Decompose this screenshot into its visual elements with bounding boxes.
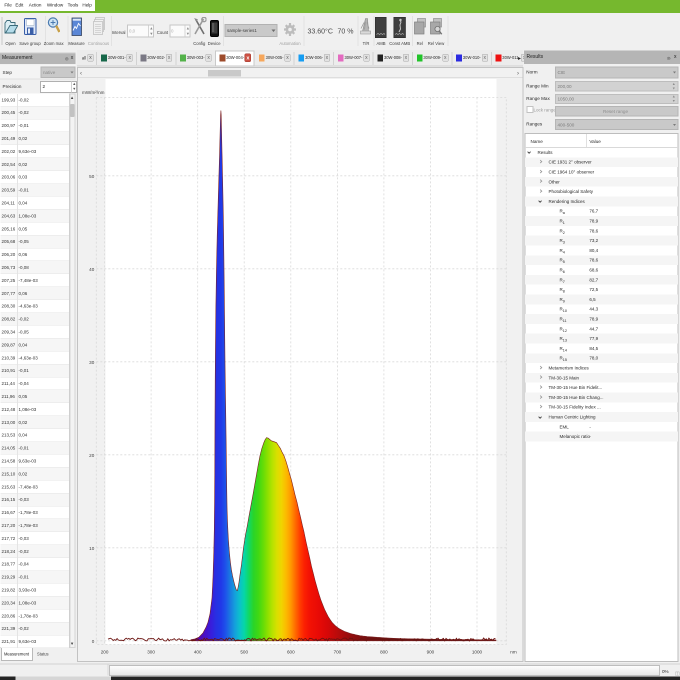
svg-text:10: 10 xyxy=(89,546,95,551)
svg-text:600: 600 xyxy=(287,650,295,655)
svg-text:800: 800 xyxy=(380,650,388,655)
svg-text:500: 500 xyxy=(240,650,248,655)
svg-text:900: 900 xyxy=(427,650,435,655)
svg-text:nm: nm xyxy=(510,650,517,655)
svg-text:0: 0 xyxy=(92,639,95,644)
svg-text:50: 50 xyxy=(89,174,95,179)
svg-text:300: 300 xyxy=(147,650,155,655)
svg-text:700: 700 xyxy=(334,650,342,655)
svg-text:200: 200 xyxy=(101,650,109,655)
svg-text:1000: 1000 xyxy=(472,650,483,655)
svg-text:400: 400 xyxy=(194,650,202,655)
svg-text:30: 30 xyxy=(89,360,95,365)
svg-text:mW/m²/nm: mW/m²/nm xyxy=(82,90,105,95)
svg-text:40: 40 xyxy=(89,267,95,272)
svg-text:20: 20 xyxy=(89,453,95,458)
